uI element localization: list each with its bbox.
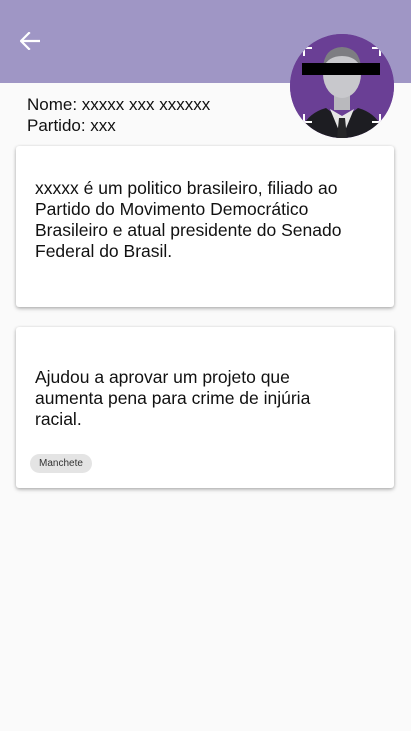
profile-info: Nome: xxxxx xxx xxxxxx Partido: xxx [27,94,210,136]
news-text: Ajudou a aprovar um projeto que aumenta … [35,367,311,429]
profile-name: Nome: xxxxx xxx xxxxxx [27,95,211,114]
news-card[interactable]: Ajudou a aprovar um projeto que aumenta … [16,327,394,488]
politician-avatar [290,34,394,138]
profile-party: Partido: xxx [27,116,116,135]
news-tag-chip[interactable]: Manchete [30,454,92,473]
bio-text: xxxxx é um politico brasileiro, filiado … [35,178,342,261]
politician-photo-icon [290,34,394,138]
arrow-left-icon [20,32,40,50]
bio-card[interactable]: xxxxx é um politico brasileiro, filiado … [16,146,394,307]
back-button[interactable] [14,27,46,55]
